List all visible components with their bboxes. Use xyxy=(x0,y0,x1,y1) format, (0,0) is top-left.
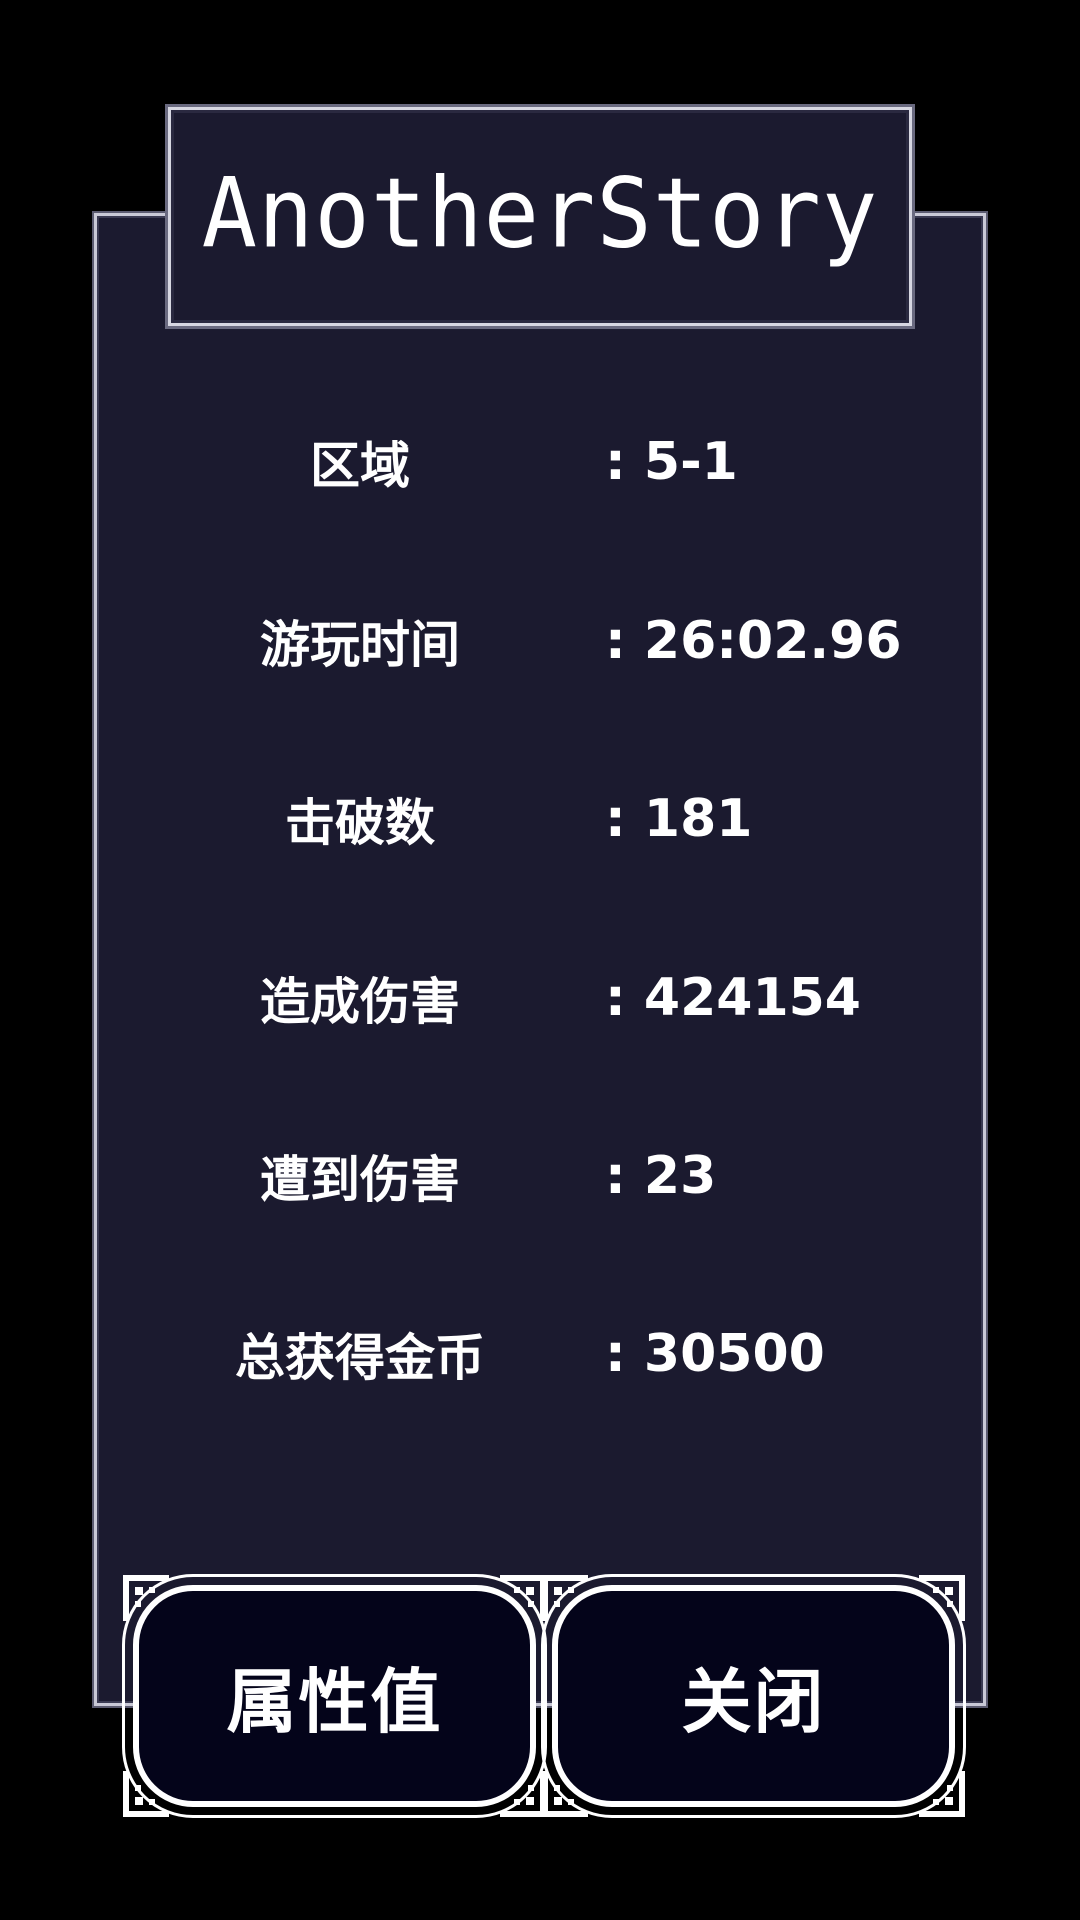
ornament-corner-icon xyxy=(919,1575,965,1621)
stat-value: : 26:02.96 xyxy=(605,611,902,671)
stat-label: 总获得金币 xyxy=(235,1329,485,1387)
stat-label: 造成伤害 xyxy=(260,973,460,1031)
stat-row-damage-dealt: 造成伤害 : 424154 xyxy=(0,958,1080,1038)
stat-label: 区域 xyxy=(310,437,410,495)
stat-row-area: 区域 : 5-1 xyxy=(0,422,1080,502)
ornament-corner-icon xyxy=(123,1771,169,1817)
stat-row-kills: 击破数 : 181 xyxy=(0,779,1080,859)
ornament-corner-icon xyxy=(500,1575,546,1621)
title-box: AnotherStory xyxy=(168,107,912,326)
attributes-button-label: 属性值 xyxy=(226,1660,443,1743)
game-title: AnotherStory xyxy=(201,157,879,270)
stat-value: : 424154 xyxy=(605,968,861,1028)
close-button-label: 关闭 xyxy=(681,1660,826,1743)
stat-label: 游玩时间 xyxy=(260,616,460,674)
attributes-button[interactable]: 属性值 xyxy=(122,1574,547,1818)
stat-row-damage-taken: 遭到伤害 : 23 xyxy=(0,1136,1080,1216)
stat-row-play-time: 游玩时间 : 26:02.96 xyxy=(0,601,1080,681)
stat-row-total-gold: 总获得金币 : 30500 xyxy=(0,1314,1080,1394)
stat-label: 遭到伤害 xyxy=(260,1151,460,1209)
stat-value: : 30500 xyxy=(605,1324,825,1384)
stat-value: : 181 xyxy=(605,789,753,849)
ornament-corner-icon xyxy=(123,1575,169,1621)
ornament-corner-icon xyxy=(500,1771,546,1817)
ornament-corner-icon xyxy=(542,1575,588,1621)
ornament-corner-icon xyxy=(919,1771,965,1817)
stat-value: : 23 xyxy=(605,1146,717,1206)
ornament-corner-icon xyxy=(542,1771,588,1817)
stat-label: 击破数 xyxy=(285,794,435,852)
close-button[interactable]: 关闭 xyxy=(541,1574,966,1818)
stat-value: : 5-1 xyxy=(605,432,738,492)
